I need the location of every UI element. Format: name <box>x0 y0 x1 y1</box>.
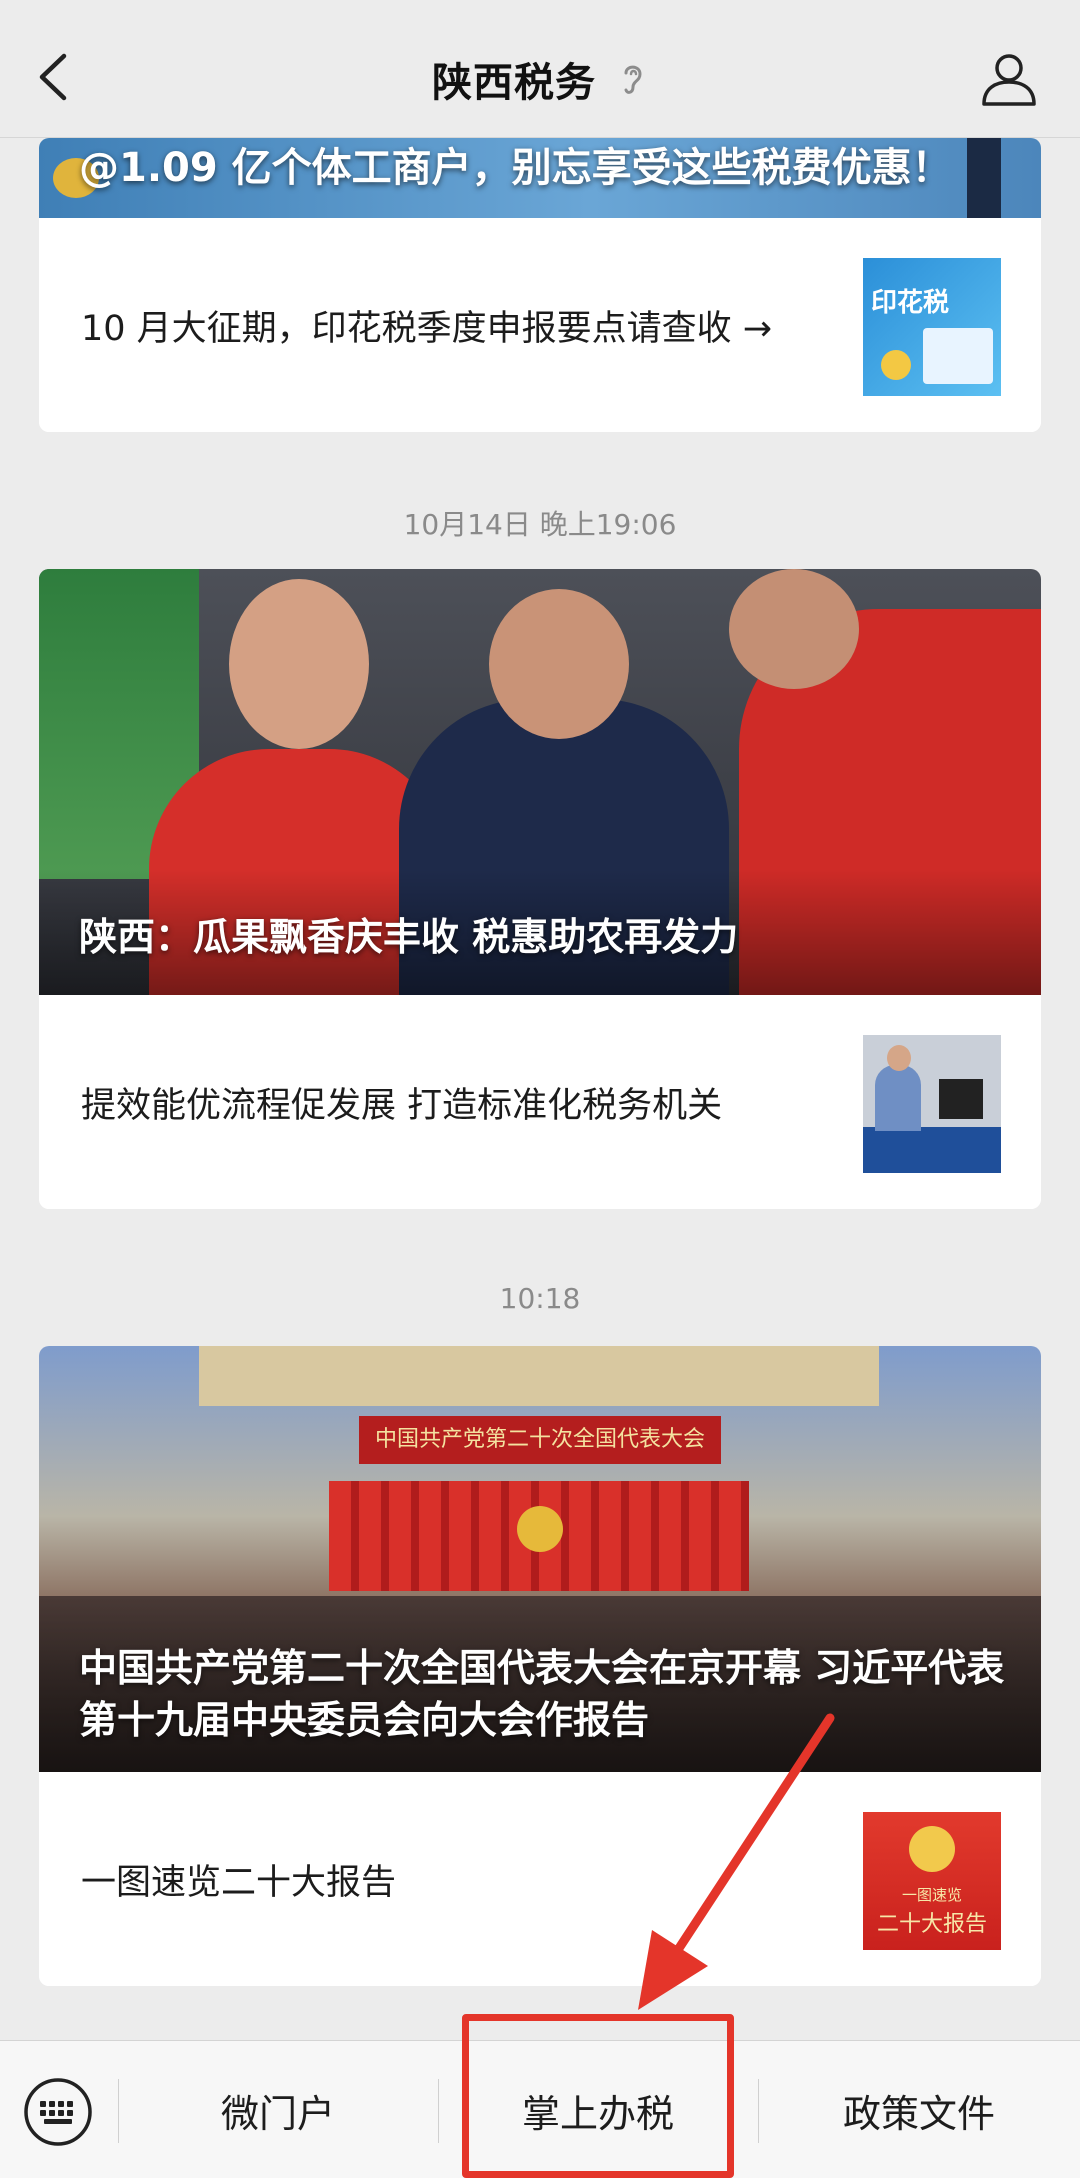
timestamp: 10月14日 晚上19:06 <box>403 508 677 541</box>
highlight-box <box>462 2014 734 2178</box>
ear-icon[interactable] <box>618 59 648 99</box>
thumbnail-monitor <box>939 1079 983 1119</box>
hero-title: 陕西：瓜果飘香庆丰收 税惠助农再发力 <box>79 915 739 959</box>
hero-scene-banner-text: 中国共产党第二十次全国代表大会 <box>374 1427 705 1452</box>
wechat-official-account-page: 陕西税务 @1.09 亿个体工商户，别忘享受这些税费优惠！ 10 月大征期，印花… <box>0 0 1080 2178</box>
thumbnail-coin <box>881 350 911 380</box>
page-title: 陕西税务 <box>432 60 596 106</box>
thumbnail-line1: 一图速览 <box>901 1886 962 1904</box>
article-thumbnail: 一图速览 二十大报告 <box>863 1812 1001 1950</box>
article-row[interactable]: 提效能优流程促发展 打造标准化税务机关 <box>39 995 1041 1209</box>
banner-title: @1.09 亿个体工商户，别忘享受这些税费优惠！ <box>79 145 952 191</box>
hero-scene-emblem <box>517 1506 563 1552</box>
thumbnail-label: 印花税 <box>871 288 950 318</box>
thumbnail-face <box>887 1045 911 1071</box>
article-group-2: 陕西：瓜果飘香庆丰收 税惠助农再发力 提效能优流程促发展 打造标准化税务机关 <box>39 569 1041 1209</box>
hero-image[interactable]: 中国共产党第二十次全国代表大会 中国共产党第二十次全国代表大会在京开幕 习近平代… <box>39 1346 1041 1772</box>
title-group: 陕西税务 <box>0 44 1080 114</box>
article-title: 10 月大征期，印花税季度申报要点请查收 → <box>81 308 773 349</box>
banner-image[interactable]: @1.09 亿个体工商户，别忘享受这些税费优惠！ <box>39 138 1041 218</box>
article-group-1: @1.09 亿个体工商户，别忘享受这些税费优惠！ 10 月大征期，印花税季度申报… <box>39 138 1041 432</box>
article-title: 提效能优流程促发展 打造标准化税务机关 <box>81 1085 723 1126</box>
thumbnail-desk <box>863 1127 1001 1173</box>
article-row[interactable]: 10 月大征期，印花税季度申报要点请查收 → 印花税 <box>39 218 1041 432</box>
hero-scene-face <box>489 589 629 739</box>
hero-title: 中国共产党第二十次全国代表大会在京开幕 习近平代表第十九届中央委员会向大会作报告 <box>79 1646 1005 1742</box>
article-group-3: 中国共产党第二十次全国代表大会 中国共产党第二十次全国代表大会在京开幕 习近平代… <box>39 1346 1041 1986</box>
article-thumbnail: 印花税 <box>863 258 1001 396</box>
top-nav-bar: 陕西税务 <box>0 0 1080 138</box>
hero-scene-ceiling <box>199 1346 879 1406</box>
annotation-arrow-icon <box>638 1713 835 2010</box>
hero-scene-face <box>729 569 859 689</box>
thumbnail-emblem <box>909 1826 955 1872</box>
keyboard-icon[interactable] <box>22 2076 94 2148</box>
hero-image[interactable]: 陕西：瓜果飘香庆丰收 税惠助农再发力 <box>39 569 1041 995</box>
thumbnail-person <box>875 1065 921 1131</box>
person-icon[interactable] <box>978 48 1040 110</box>
article-row[interactable]: 一图速览二十大报告 一图速览 二十大报告 <box>39 1772 1041 1986</box>
hero-scene-face <box>229 579 369 749</box>
menu-item-portal[interactable]: 微门户 <box>118 2041 438 2178</box>
thumbnail-line2: 二十大报告 <box>876 1912 987 1937</box>
menu-item-policy-docs[interactable]: 政策文件 <box>758 2041 1080 2178</box>
article-thumbnail <box>863 1035 1001 1173</box>
timestamp: 10:18 <box>499 1282 581 1315</box>
hero-scene-banner: 中国共产党第二十次全国代表大会 <box>359 1416 721 1464</box>
thumbnail-box <box>923 328 993 384</box>
